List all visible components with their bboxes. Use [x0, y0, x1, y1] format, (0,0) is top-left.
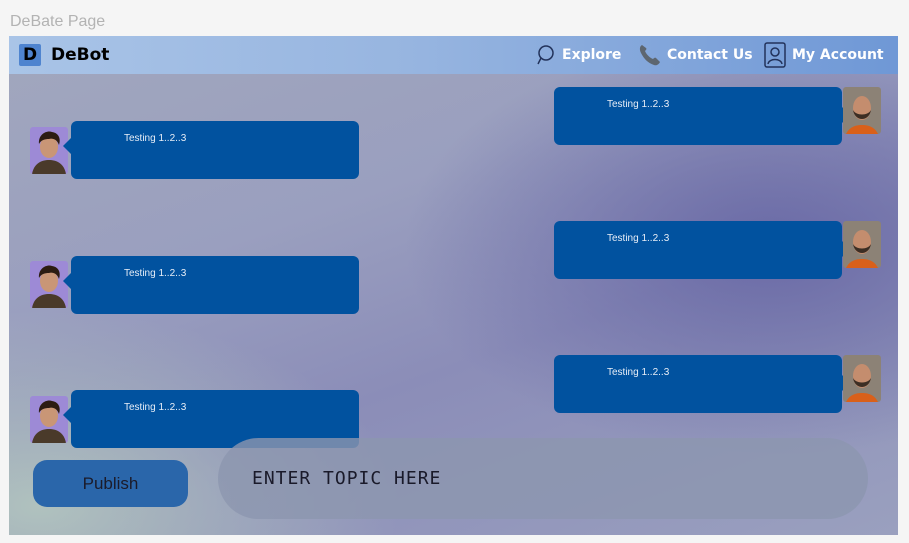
publish-button[interactable]: Publish: [33, 460, 188, 507]
page-label: DeBate Page: [10, 13, 106, 30]
search-icon: [537, 45, 554, 65]
topic-input-container: [218, 438, 868, 519]
chat-bubble: Testing 1..2..3: [554, 355, 850, 413]
bearded-man-avatar: [843, 221, 881, 268]
chat-bubble: Testing 1..2..3: [63, 256, 359, 314]
phone-icon: [639, 45, 660, 66]
chat-message-text: Testing 1..2..3: [124, 268, 187, 279]
chat-message-text: Testing 1..2..3: [607, 233, 670, 244]
chat-bubble: Testing 1..2..3: [554, 221, 850, 279]
chat-message-text: Testing 1..2..3: [124, 133, 187, 144]
debate-frame: D DeBot Explore Contact Us My Account Te…: [9, 36, 898, 535]
nav-explore[interactable]: Explore: [536, 36, 621, 74]
chat-bubble: Testing 1..2..3: [63, 121, 359, 179]
brand-name: DeBot: [51, 45, 110, 65]
navbar: D DeBot Explore Contact Us My Account: [9, 36, 898, 74]
nav-account-label: My Account: [792, 47, 884, 63]
nav-my-account[interactable]: My Account: [764, 36, 884, 74]
chat-message-text: Testing 1..2..3: [124, 402, 187, 413]
topic-input[interactable]: [250, 467, 814, 490]
user-icon: [764, 42, 786, 68]
nav-contact-label: Contact Us: [667, 47, 753, 63]
chat-message-text: Testing 1..2..3: [607, 367, 670, 378]
logo: D: [19, 44, 41, 66]
chat-message-text: Testing 1..2..3: [607, 99, 670, 110]
nav-contact-us[interactable]: Contact Us: [637, 36, 753, 74]
bearded-man-avatar: [843, 87, 881, 134]
nav-explore-label: Explore: [562, 47, 622, 63]
bearded-man-avatar: [843, 355, 881, 402]
chat-bubble: Testing 1..2..3: [554, 87, 850, 145]
